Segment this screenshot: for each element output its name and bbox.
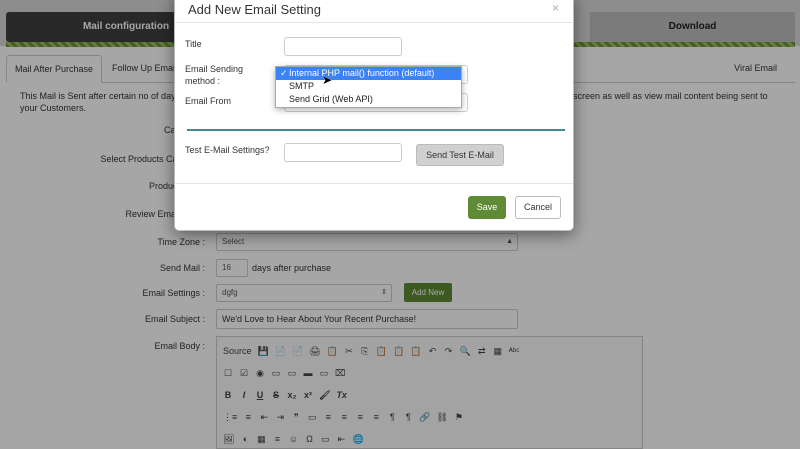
- cancel-button[interactable]: Cancel: [515, 196, 561, 219]
- check-icon: ✓: [280, 68, 288, 78]
- close-icon[interactable]: ×: [552, 1, 559, 15]
- dropdown-option-internal-php[interactable]: ✓Internal PHP mail() function (default): [276, 67, 461, 80]
- dropdown-option-smtp[interactable]: SMTP: [276, 80, 461, 93]
- add-email-setting-modal: Add New Email Setting × Title Email Send…: [174, 0, 574, 231]
- sending-method-label-line-2: method :: [185, 76, 221, 86]
- title-input[interactable]: [284, 37, 402, 56]
- save-button[interactable]: Save: [468, 196, 506, 219]
- mouse-pointer-icon: ➤: [322, 73, 333, 87]
- email-from-label: Email From: [185, 96, 232, 106]
- option-label: Internal PHP mail() function (default): [289, 68, 435, 78]
- option-label: Send Grid (Web API): [289, 94, 373, 104]
- title-label: Title: [185, 39, 202, 49]
- modal-footer-divider: [175, 183, 573, 184]
- dropdown-option-sendgrid[interactable]: Send Grid (Web API): [276, 93, 461, 106]
- sending-method-dropdown: ✓Internal PHP mail() function (default) …: [275, 66, 462, 108]
- section-divider: [187, 129, 565, 131]
- send-test-email-button[interactable]: Send Test E-Mail: [416, 144, 504, 166]
- test-settings-label: Test E-Mail Settings?: [185, 145, 270, 155]
- sending-method-label-line-1: Email Sending: [185, 64, 244, 74]
- test-email-input[interactable]: [284, 143, 402, 162]
- modal-header-divider: [175, 22, 573, 23]
- option-label: SMTP: [289, 81, 315, 91]
- modal-title: Add New Email Setting: [188, 2, 321, 17]
